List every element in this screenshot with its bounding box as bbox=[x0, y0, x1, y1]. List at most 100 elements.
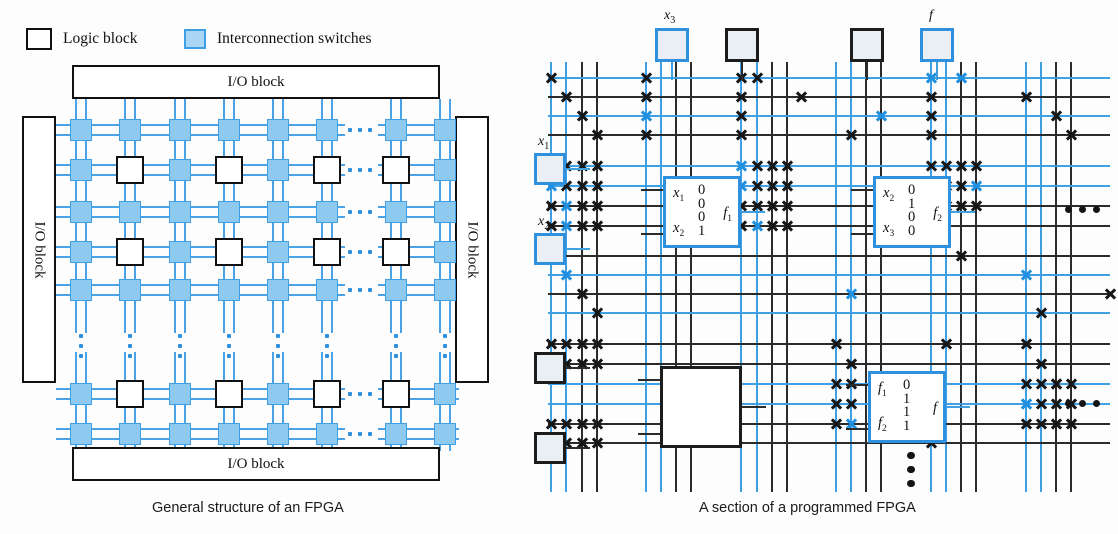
interconnection-switch bbox=[316, 119, 338, 141]
interconnection-switch bbox=[434, 159, 456, 181]
vertical-ellipsis bbox=[394, 334, 398, 358]
lut-output-label: f1 bbox=[723, 205, 732, 224]
horizontal-ellipsis bbox=[348, 210, 372, 214]
interconnection-switch bbox=[169, 383, 191, 405]
interconnection-switch bbox=[385, 279, 407, 301]
logic-block bbox=[215, 156, 243, 184]
interconnection-switch bbox=[267, 279, 289, 301]
lut-input-stub bbox=[846, 428, 868, 430]
lut-input-b-label: x3 bbox=[883, 220, 895, 239]
right-caption: A section of a programmed FPGA bbox=[699, 500, 916, 516]
interconnection-switch bbox=[385, 119, 407, 141]
horizontal-ellipsis bbox=[348, 392, 372, 396]
logic-block bbox=[116, 380, 144, 408]
interconnection-switch bbox=[267, 241, 289, 263]
interconnection-switch bbox=[434, 119, 456, 141]
lut-input-stub bbox=[851, 189, 873, 191]
interconnection-switch bbox=[169, 241, 191, 263]
interconnection-switch bbox=[434, 279, 456, 301]
interconnection-switch bbox=[385, 201, 407, 223]
interconnection-switch bbox=[267, 423, 289, 445]
interconnection-switch bbox=[267, 159, 289, 181]
interconnection-switch bbox=[267, 119, 289, 141]
logic-block bbox=[382, 380, 410, 408]
interconnection-switch bbox=[119, 423, 141, 445]
lookup-table-f[interactable]: f1 f2 0 1 1 1 f bbox=[868, 371, 946, 443]
lookup-table-unprogrammed[interactable] bbox=[660, 366, 742, 448]
lookup-table-f1[interactable]: x1 x2 0 0 0 1 f1 bbox=[663, 176, 741, 248]
interconnection-switch bbox=[316, 201, 338, 223]
interconnection-switch bbox=[434, 241, 456, 263]
interconnection-switch bbox=[70, 279, 92, 301]
interconnection-switch bbox=[385, 423, 407, 445]
interconnection-switch bbox=[434, 201, 456, 223]
lut-input-stub bbox=[851, 233, 873, 235]
lut-input-b-label: f2 bbox=[878, 415, 887, 434]
interconnection-switch bbox=[218, 201, 240, 223]
vertical-ellipsis bbox=[443, 334, 447, 358]
continuation-dots-right-top bbox=[1065, 206, 1100, 213]
interconnection-switch bbox=[119, 119, 141, 141]
interconnection-switch bbox=[169, 159, 191, 181]
lookup-table-f2[interactable]: x2 x3 0 1 0 0 f2 bbox=[873, 176, 951, 248]
general-fpga-structure-diagram: I/O block I/O block I/O block I/O block … bbox=[0, 0, 520, 534]
interconnection-switch bbox=[434, 423, 456, 445]
programmed-fpga-section-diagram: x3 f x1 x2 x1 x2 0 0 0 1 f1 x2 x3 0 1 0 0 f2 f1 f2 0 1 1 1 f A … bbox=[520, 0, 1118, 534]
horizontal-ellipsis bbox=[348, 168, 372, 172]
lut-input-stub bbox=[846, 384, 868, 386]
vertical-ellipsis bbox=[178, 334, 182, 358]
lut-output-stub bbox=[742, 406, 766, 408]
lut-input-stub bbox=[641, 189, 663, 191]
interconnection-switch bbox=[218, 423, 240, 445]
right-lookup-tables: x1 x2 0 0 0 1 f1 x2 x3 0 1 0 0 f2 f1 f2 0 1 1 1 f bbox=[520, 0, 1118, 534]
interconnection-switch bbox=[70, 383, 92, 405]
interconnection-switch bbox=[70, 241, 92, 263]
horizontal-ellipsis bbox=[348, 250, 372, 254]
lut-input-a-label: x1 bbox=[673, 185, 685, 204]
interconnection-switch bbox=[218, 279, 240, 301]
lut-input-a-label: x2 bbox=[883, 185, 895, 204]
interconnection-switch bbox=[70, 423, 92, 445]
left-grid-cells bbox=[0, 0, 520, 534]
lut-input-stub bbox=[638, 379, 660, 381]
lut-output-label: f bbox=[932, 400, 937, 416]
interconnection-switch bbox=[316, 279, 338, 301]
logic-block bbox=[116, 238, 144, 266]
lut-input-stub bbox=[641, 233, 663, 235]
continuation-dots-bottom-mid bbox=[907, 452, 914, 487]
interconnection-switch bbox=[169, 279, 191, 301]
continuation-dots-right-bottom bbox=[1065, 400, 1100, 407]
vertical-ellipsis bbox=[79, 334, 83, 358]
interconnection-switch bbox=[267, 201, 289, 223]
logic-block bbox=[313, 380, 341, 408]
lut-input-b-label: x2 bbox=[673, 220, 685, 239]
vertical-ellipsis bbox=[325, 334, 329, 358]
logic-block bbox=[382, 238, 410, 266]
interconnection-switch bbox=[169, 119, 191, 141]
lut-output-label: f2 bbox=[933, 205, 942, 224]
interconnection-switch bbox=[70, 201, 92, 223]
lut-input-stub bbox=[638, 433, 660, 435]
lut-output-stub bbox=[946, 406, 970, 408]
interconnection-switch bbox=[316, 423, 338, 445]
vertical-ellipsis bbox=[276, 334, 280, 358]
lut-output-stub bbox=[741, 211, 765, 213]
interconnection-switch bbox=[119, 279, 141, 301]
vertical-ellipsis bbox=[128, 334, 132, 358]
interconnection-switch bbox=[169, 423, 191, 445]
lut-output-stub bbox=[951, 211, 975, 213]
lut-truth-table: 0111 bbox=[903, 377, 911, 434]
figure-root: Logic block Interconnection switches I/O… bbox=[0, 0, 1118, 534]
interconnection-switch bbox=[169, 201, 191, 223]
horizontal-ellipsis bbox=[348, 288, 372, 292]
logic-block bbox=[313, 156, 341, 184]
logic-block bbox=[215, 238, 243, 266]
left-caption: General structure of an FPGA bbox=[152, 500, 344, 516]
interconnection-switch bbox=[218, 119, 240, 141]
horizontal-ellipsis bbox=[348, 432, 372, 436]
logic-block bbox=[382, 156, 410, 184]
lut-truth-table: 0001 bbox=[698, 182, 706, 239]
interconnection-switch bbox=[70, 159, 92, 181]
interconnection-switch bbox=[434, 383, 456, 405]
interconnection-switch bbox=[119, 201, 141, 223]
